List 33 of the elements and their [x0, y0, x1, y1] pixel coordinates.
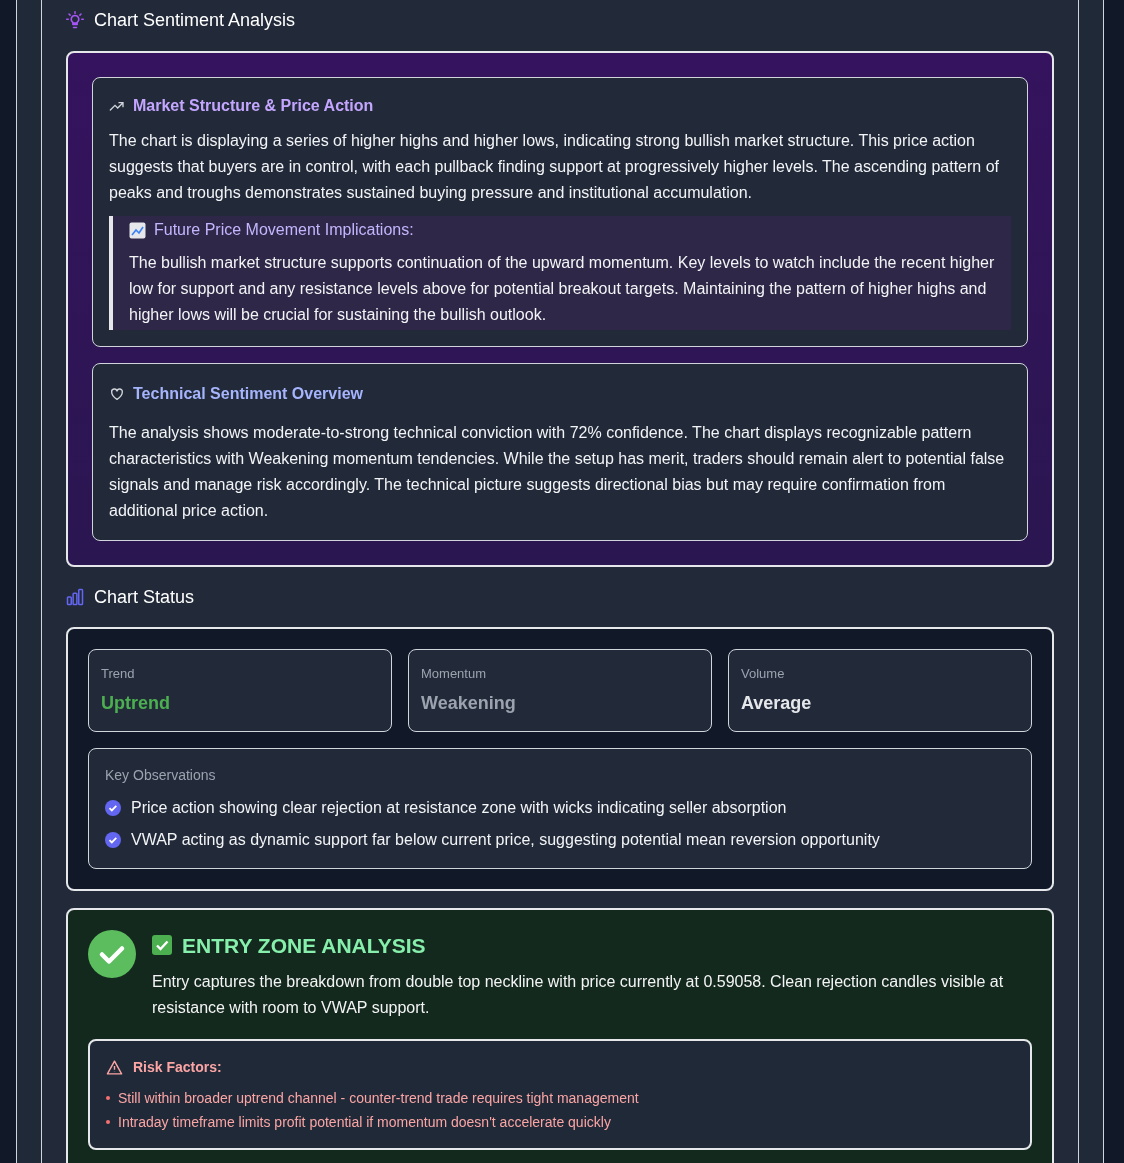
risk-text: Intraday timeframe limits profit potential if momentum doesn't accelerate quickly: [118, 1112, 611, 1132]
metric-value: Weakening: [421, 691, 517, 715]
overview-text: The analysis shows moderate-to-strong technical conviction with 72% confidence. The chart displays recognizable pattern characteristics with Weakening momentum tendencies. While the setup has merit, traders should remain alert to potential false signals and manage risk accordingly. The technical picture suggests directional bias but may require confirmation from additional price action.: [109, 423, 1006, 521]
section-title: Chart Status: [94, 585, 195, 609]
metric-value: Average: [741, 691, 813, 715]
metric-label: Momentum: [421, 665, 488, 683]
metric-value: Uptrend: [101, 691, 171, 715]
analysis-text: The chart is displaying a series of higher highs and higher lows, indicating strong bullish market structure. This price action suggests that buyers are in control, with each pullback finding support at progressively higher levels. The ascending pattern of peaks and troughs demonstrates sustained buying pressure and institutional accumulation.: [109, 131, 1000, 203]
observations-title: Key Observations: [105, 765, 217, 785]
checkbox-icon: [152, 935, 172, 956]
entry-zone-text: Entry captures the breakdown from double top neckline with price currently at 0.59058. Clean rejection candles visible at resistance with room to VWAP support.: [152, 972, 1005, 1018]
check-circle-icon: [88, 929, 136, 978]
check-circle-icon: [105, 831, 121, 848]
observation-text: VWAP acting as dynamic support far below current price, suggesting potential mean reversion opportunity: [131, 829, 880, 850]
risk-text: Still within broader uptrend channel - counter-trend trade requires tight management: [118, 1088, 639, 1108]
metric-label: Trend: [101, 665, 136, 683]
implications-text: The bullish market structure supports continuation of the upward momentum. Key levels to watch include the recent higher low for support and any resistance levels above for potential breakout targets. Maintaining the pattern of higher highs and higher lows will be crucial for sustaining the bullish outlook.: [129, 253, 996, 325]
card-title: Market Structure & Price Action: [133, 96, 374, 116]
heart-icon: [109, 386, 125, 402]
chart-icon: [129, 221, 146, 239]
bar-chart-icon: [66, 588, 84, 606]
check-circle-icon: [105, 799, 121, 816]
entry-zone-title: ENTRY ZONE ANALYSIS: [182, 932, 426, 959]
card-title: Technical Sentiment Overview: [133, 384, 363, 404]
implications-title: Future Price Movement Implications:: [154, 220, 414, 240]
observation-text: Price action showing clear rejection at resistance zone with wicks indicating seller absorption: [131, 797, 787, 818]
bullet-icon: [106, 1096, 110, 1100]
bullet-icon: [106, 1120, 110, 1124]
section-title: Chart Sentiment Analysis: [94, 8, 296, 32]
metric-label: Volume: [741, 665, 786, 683]
risk-title: Risk Factors:: [133, 1058, 222, 1077]
lightbulb-icon: [66, 11, 84, 29]
warning-icon: [106, 1059, 123, 1076]
